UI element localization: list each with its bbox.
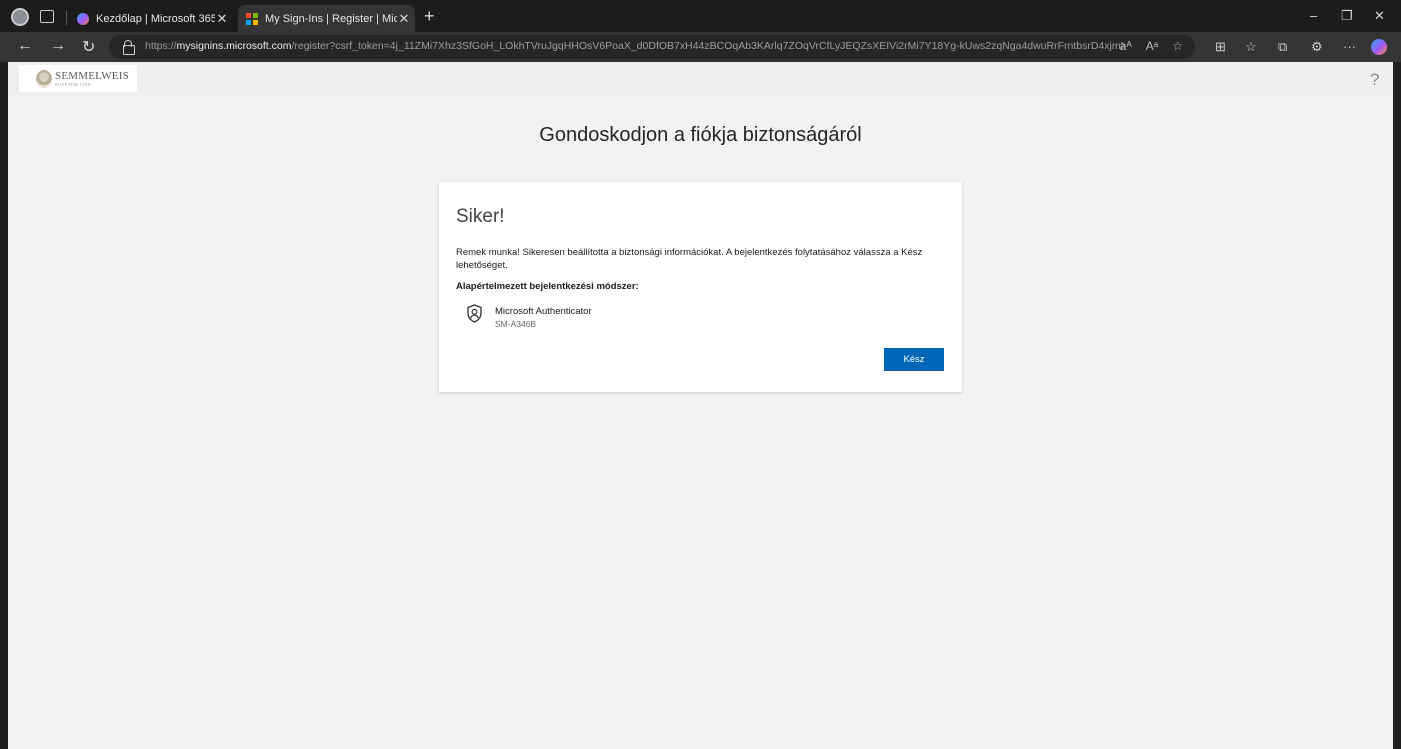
tab-my-sign-ins[interactable]: My Sign-Ins | Register | Microsoft ✕ [238,5,415,32]
url-text[interactable]: https://mysignins.microsoft.com/register… [145,40,1125,54]
close-tab-icon[interactable]: ✕ [215,11,229,27]
split-screen-icon[interactable]: ⊞ [1215,39,1226,55]
help-icon[interactable]: ? [1370,70,1379,90]
authenticator-icon [467,304,482,323]
tab-strip: Kezdőlap | Microsoft 365 Copilot ✕ My Si… [0,0,1401,36]
forward-button[interactable]: → [50,37,66,55]
done-button[interactable]: Kész [884,348,944,371]
method-device: SM-A346B [495,319,537,329]
success-message: Remek munka! Sikeresen beállította a biz… [456,247,923,271]
semmelweis-logo: SEMMELWEIS EGYETEM 1769 [19,65,137,92]
navigation-bar: ← → ↻ https://mysignins.microsoft.com/re… [0,32,1401,62]
minimize-button[interactable]: – [1310,8,1317,23]
refresh-button[interactable]: ↻ [82,37,95,57]
default-method-label: Alapértelmezett bejelentkezési módszer: [456,281,639,292]
tab-actions-icon[interactable] [40,10,54,23]
copilot-icon [77,12,89,25]
tab-separator [66,11,67,25]
address-bar[interactable]: https://mysignins.microsoft.com/register… [109,35,1195,59]
browser-window: Kezdőlap | Microsoft 365 Copilot ✕ My Si… [0,0,1401,749]
org-banner: SEMMELWEIS EGYETEM 1769 ? [8,62,1393,96]
method-name: Microsoft Authenticator [495,306,592,317]
default-method: Microsoft Authenticator SM-A346B [466,304,592,329]
copilot-sidebar-icon[interactable] [1371,39,1387,55]
microsoft-icon [246,12,258,25]
success-card: Siker! Remek munka! Sikeresen beállított… [439,182,962,392]
tab-title: Kezdőlap | Microsoft 365 Copilot [96,12,215,25]
card-title: Siker! [456,206,505,227]
page-viewport: SEMMELWEIS EGYETEM 1769 ? Gondoskodjon a… [8,62,1393,749]
immersive-reader-icon[interactable]: Aᵃ [1146,39,1158,53]
restore-button[interactable]: ❐ [1341,8,1353,24]
close-tab-icon[interactable]: ✕ [397,11,411,27]
logo-subtext: EGYETEM 1769 [55,81,91,87]
tab-title: My Sign-Ins | Register | Microsoft [265,12,397,25]
read-aloud-icon[interactable]: aᴬ [1120,39,1132,53]
collections-icon[interactable]: ⧉ [1278,39,1287,55]
logo-text: SEMMELWEIS [55,69,129,82]
new-tab-button[interactable]: + [424,6,435,27]
favorites-icon[interactable]: ☆ [1245,39,1257,55]
lock-icon[interactable] [123,40,135,55]
tab-copilot[interactable]: Kezdőlap | Microsoft 365 Copilot ✕ [73,5,233,32]
close-window-button[interactable]: ✕ [1374,8,1385,24]
page-title: Gondoskodjon a fiókja biztonságáról [539,124,862,146]
more-options-icon[interactable]: ··· [1343,39,1356,54]
back-button[interactable]: ← [17,37,33,55]
favorite-star-icon[interactable]: ☆ [1172,39,1183,53]
profile-avatar[interactable] [11,8,29,26]
university-emblem-icon [36,69,52,88]
extensions-icon[interactable]: ⚙ [1311,39,1323,55]
